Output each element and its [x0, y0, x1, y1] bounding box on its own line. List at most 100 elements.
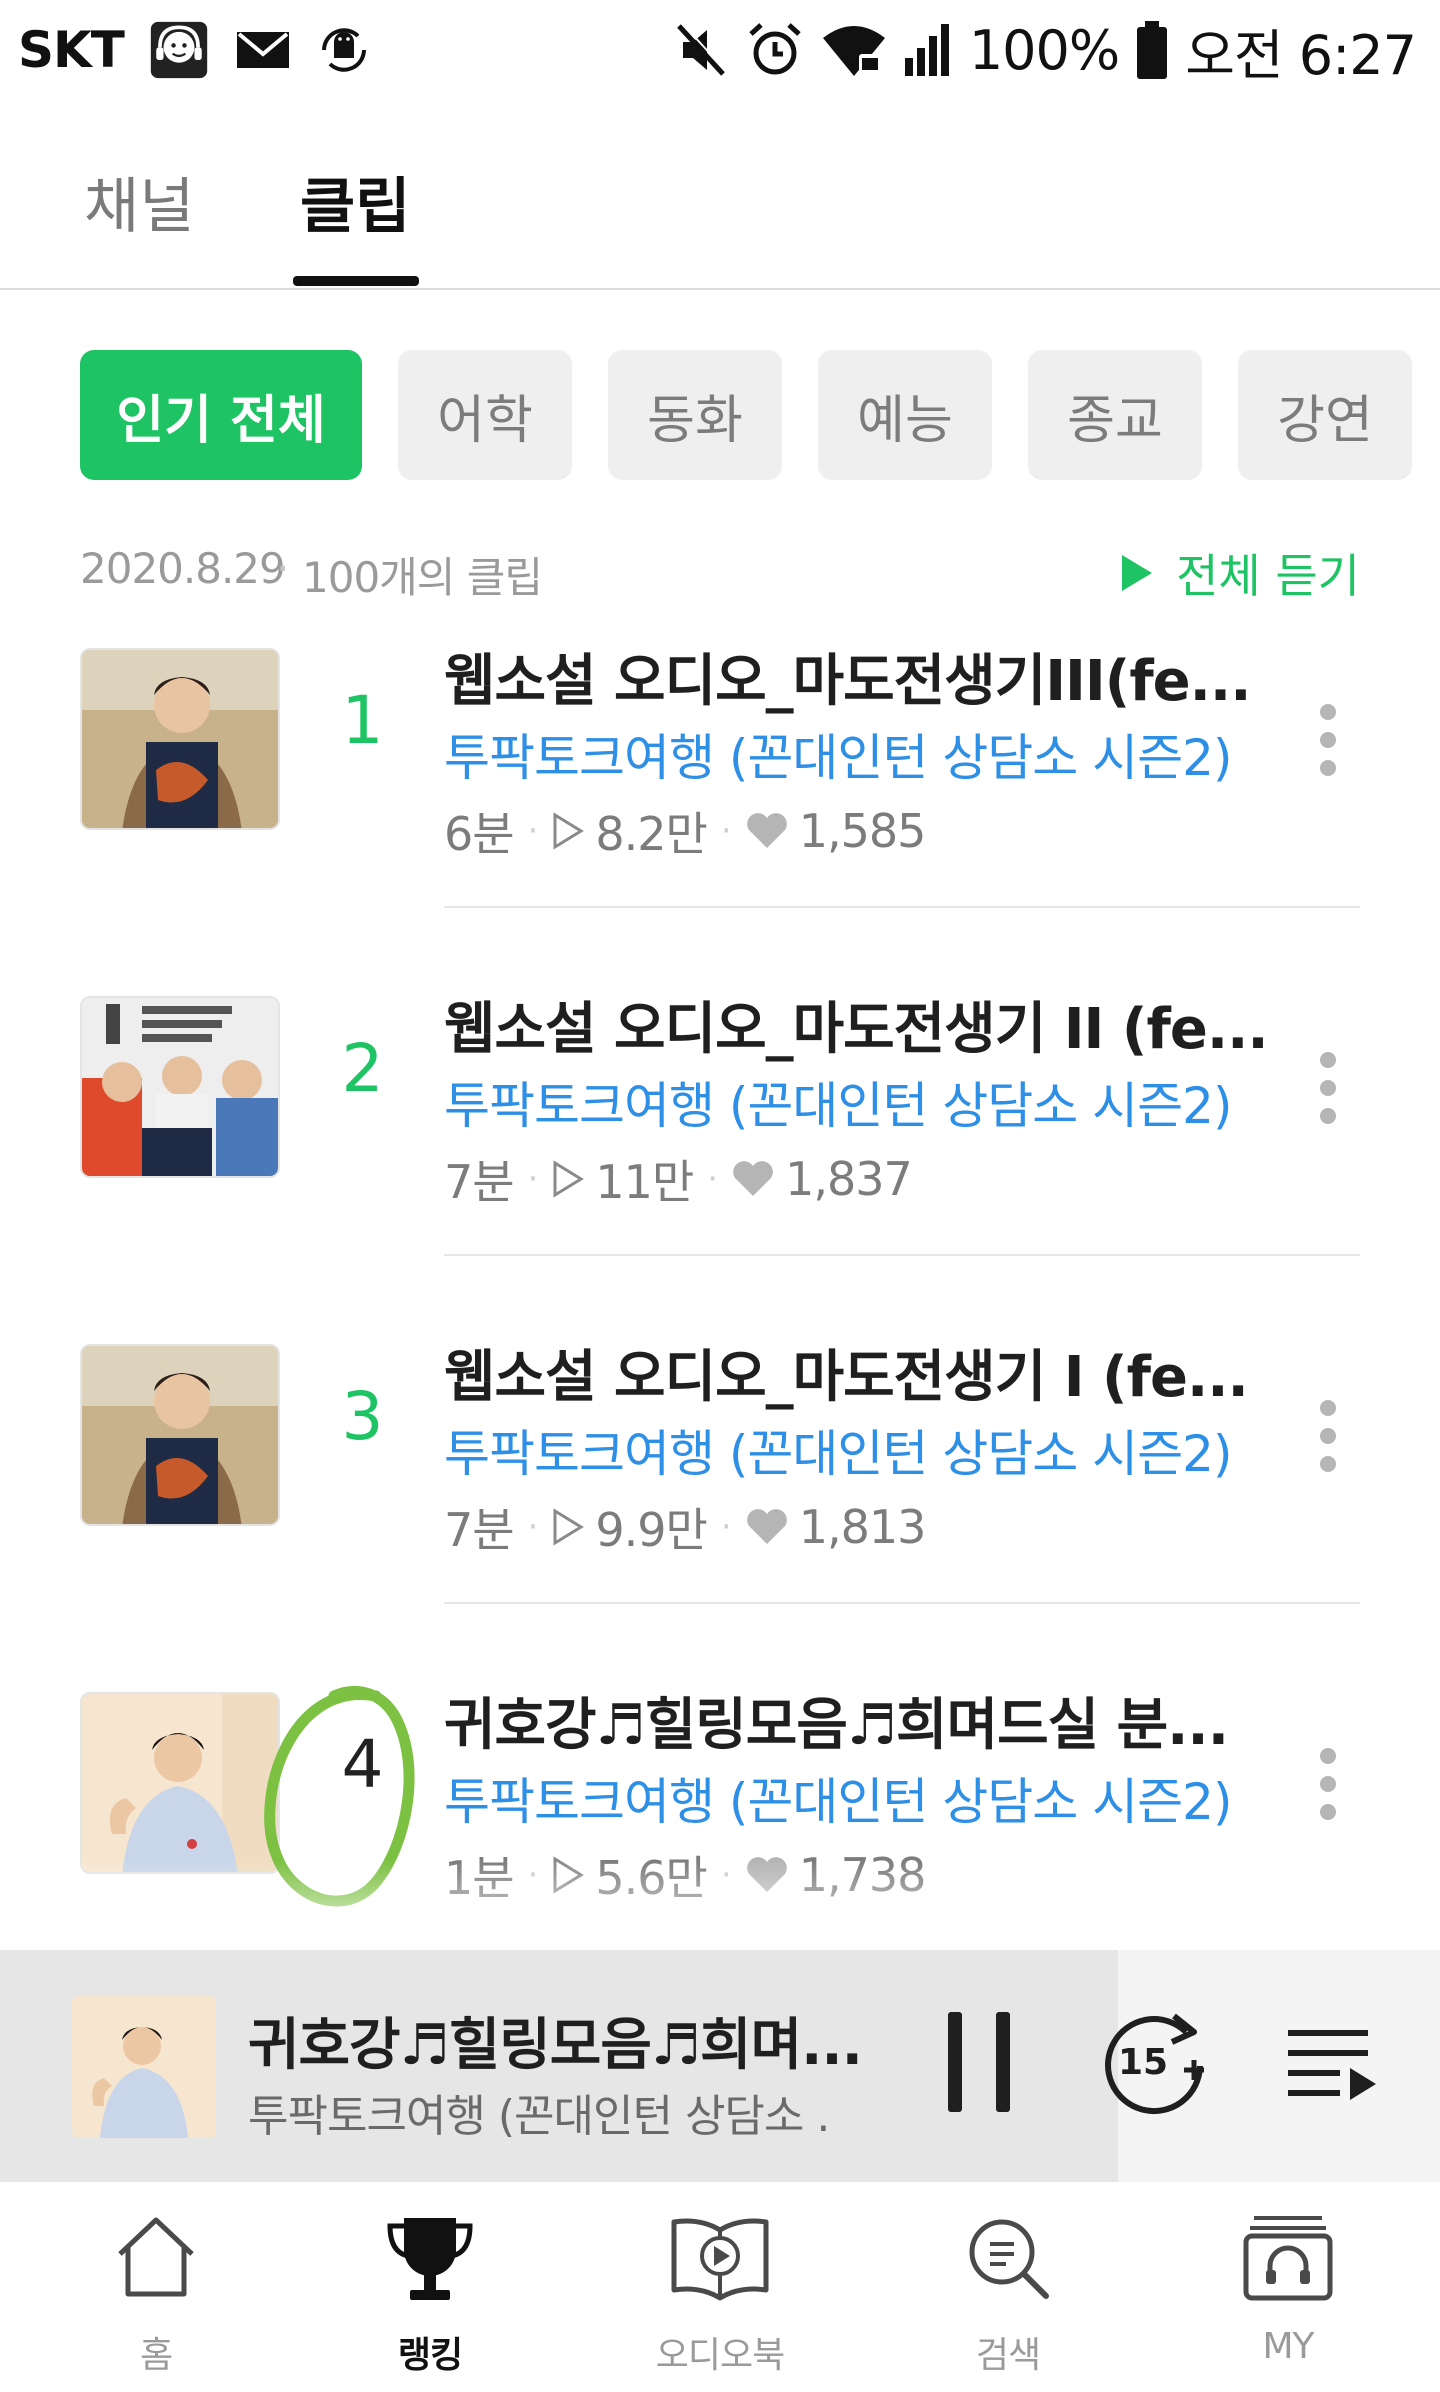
mini-player[interactable]: 귀호강♬힐링모음♬희며... 투팍토크여행 (꼰대인턴 상담소 ... 15 — [0, 1950, 1440, 2182]
nav-home[interactable]: 홈 — [36, 2182, 276, 2392]
like-count: 1,837 — [785, 1152, 913, 1206]
rank-number: 1 — [341, 682, 384, 759]
chip-lecture[interactable]: 강연 — [1238, 350, 1412, 480]
tab-channel[interactable]: 채널 — [84, 158, 194, 245]
rank-number: 3 — [341, 1378, 384, 1455]
nav-search-label: 검색 — [975, 2335, 1041, 2376]
now-playing-title: 귀호강♬힐링모음♬희며... — [248, 2013, 858, 2078]
more-options-icon[interactable] — [1304, 1728, 1352, 1848]
clock: 오전 6:27 — [1185, 23, 1417, 87]
more-options-icon[interactable] — [1304, 1380, 1352, 1500]
ranking-info: 2020.8.29 · 100개의 클립 전체 듣기 — [80, 538, 1360, 608]
heart-icon — [746, 1509, 787, 1544]
play-count-icon — [553, 1160, 585, 1198]
category-filter: 인기 전체 어학 동화 예능 종교 강연 — [80, 350, 1440, 480]
pause-icon[interactable] — [940, 2002, 1020, 2132]
chip-language[interactable]: 어학 — [398, 350, 572, 480]
meta-separator: · — [720, 811, 732, 851]
play-count: 9.9만 — [595, 1503, 707, 1557]
nav-audiobook[interactable]: 오디오북 — [600, 2182, 840, 2392]
clip-list: 1 웹소설 오디오_마도전생기III(fe... 투팍토크여행 (꼰대인턴 상담… — [0, 636, 1440, 1926]
clip-thumbnail — [80, 996, 280, 1178]
heart-icon — [746, 813, 787, 848]
clip-thumbnail — [80, 1344, 280, 1526]
row-divider — [444, 1602, 1360, 1604]
meta-separator: · — [527, 1507, 539, 1547]
nav-ranking-label: 랭킹 — [397, 2335, 463, 2376]
battery-percent: 100% — [968, 18, 1120, 82]
clip-channel[interactable]: 투팍토크여행 (꼰대인턴 상담소 시즌2) — [444, 1414, 1264, 1486]
clip-duration: 6분 — [444, 807, 515, 861]
list-item[interactable]: 2 웹소설 오디오_마도전생기 II (fe... 투팍토크여행 (꼰대인턴 상… — [0, 924, 1440, 1272]
clip-thumbnail — [80, 648, 280, 830]
clip-title: 귀호강♬힐링모음♬희며드실 분... — [444, 1693, 1229, 1758]
list-item[interactable]: 3 웹소설 오디오_마도전생기 I (fe... 투팍토크여행 (꼰대인턴 상담… — [0, 1272, 1440, 1620]
nav-search[interactable]: 검색 — [888, 2182, 1128, 2392]
meta-separator: · — [720, 1507, 732, 1547]
more-options-icon[interactable] — [1304, 684, 1352, 804]
clip-title: 웹소설 오디오_마도전생기 I (fe... — [444, 1345, 1249, 1410]
play-all-button[interactable]: 전체 듣기 — [1120, 538, 1360, 608]
rank-number: 2 — [341, 1030, 384, 1107]
clip-stats: 7분 · 9.9만 · 1,813 — [444, 1494, 927, 1560]
battery-icon — [1137, 21, 1168, 79]
search-icon — [969, 2219, 1049, 2299]
chip-popular-all[interactable]: 인기 전체 — [80, 350, 362, 480]
carrier-label: SKT — [18, 21, 125, 79]
clip-channel[interactable]: 투팍토크여행 (꼰대인턴 상담소 시즌2) — [444, 1066, 1264, 1138]
more-options-icon[interactable] — [1304, 1032, 1352, 1152]
list-item[interactable]: 1 웹소설 오디오_마도전생기III(fe... 투팍토크여행 (꼰대인턴 상담… — [0, 636, 1440, 924]
heart-icon — [733, 1161, 773, 1196]
my-library-icon — [1243, 2216, 1333, 2301]
clip-title: 웹소설 오디오_마도전생기III(fe... — [444, 649, 1251, 714]
play-all-label: 전체 듣기 — [1176, 549, 1360, 603]
nav-audiobook-label: 오디오북 — [655, 2335, 785, 2376]
clip-channel[interactable]: 투팍토크여행 (꼰대인턴 상담소 시즌2) — [444, 1762, 1264, 1834]
row-divider — [444, 906, 1360, 908]
avatar-notification-icon — [150, 21, 208, 79]
bottom-navigation: 홈 랭킹 오디오북 검색 MY — [0, 2182, 1440, 2392]
nav-home-label: 홈 — [139, 2335, 173, 2376]
play-icon — [1122, 555, 1153, 591]
wifi-icon — [822, 26, 885, 76]
active-tab-indicator — [293, 276, 419, 286]
list-fade-overlay — [0, 1860, 1440, 1950]
ranking-date: 2020.8.29 — [80, 544, 286, 593]
meta-separator: · — [527, 1159, 539, 1199]
nav-ranking[interactable]: 랭킹 — [310, 2182, 550, 2392]
android-sync-icon — [321, 28, 366, 72]
audiobook-icon — [671, 2218, 769, 2301]
clip-stats: 6분 · 8.2만 · 1,585 — [444, 798, 927, 864]
clip-title: 웹소설 오디오_마도전생기 II (fe... — [444, 997, 1264, 1062]
skip-forward-15-button[interactable]: 15 — [1100, 2002, 1208, 2128]
mute-icon — [676, 22, 727, 76]
info-separator: · — [276, 544, 290, 593]
clip-stats: 7분 · 11만 · 1,837 — [444, 1146, 913, 1212]
clip-channel[interactable]: 투팍토크여행 (꼰대인턴 상담소 시즌2) — [444, 718, 1264, 790]
like-count: 1,813 — [798, 1500, 927, 1554]
now-playing-thumbnail — [72, 1996, 216, 2138]
playlist-queue-icon[interactable] — [1282, 2016, 1382, 2116]
clip-duration: 7분 — [444, 1503, 515, 1557]
like-count: 1,585 — [798, 804, 927, 858]
trophy-icon — [387, 2218, 473, 2300]
chip-entertainment[interactable]: 예능 — [818, 350, 992, 480]
nav-my-label: MY — [1262, 2326, 1314, 2367]
play-count: 8.2만 — [595, 807, 707, 861]
home-icon — [118, 2217, 194, 2297]
meta-separator: · — [707, 1159, 718, 1199]
row-divider — [444, 1254, 1360, 1256]
chip-religion[interactable]: 종교 — [1028, 350, 1202, 480]
chip-fairy-tale[interactable]: 동화 — [608, 350, 782, 480]
signal-icon — [904, 24, 949, 76]
clip-duration: 7분 — [444, 1155, 515, 1209]
meta-separator: · — [527, 811, 539, 851]
nav-my[interactable]: MY — [1168, 2182, 1408, 2392]
play-count: 11만 — [595, 1155, 694, 1209]
mail-icon — [236, 32, 289, 68]
tab-clip[interactable]: 클립 — [300, 158, 410, 245]
play-count-icon — [553, 1508, 585, 1546]
clip-count: 100개의 클립 — [302, 553, 543, 602]
alarm-icon — [749, 23, 801, 75]
status-bar: SKT 100% 오전 6:27 — [0, 0, 1440, 100]
